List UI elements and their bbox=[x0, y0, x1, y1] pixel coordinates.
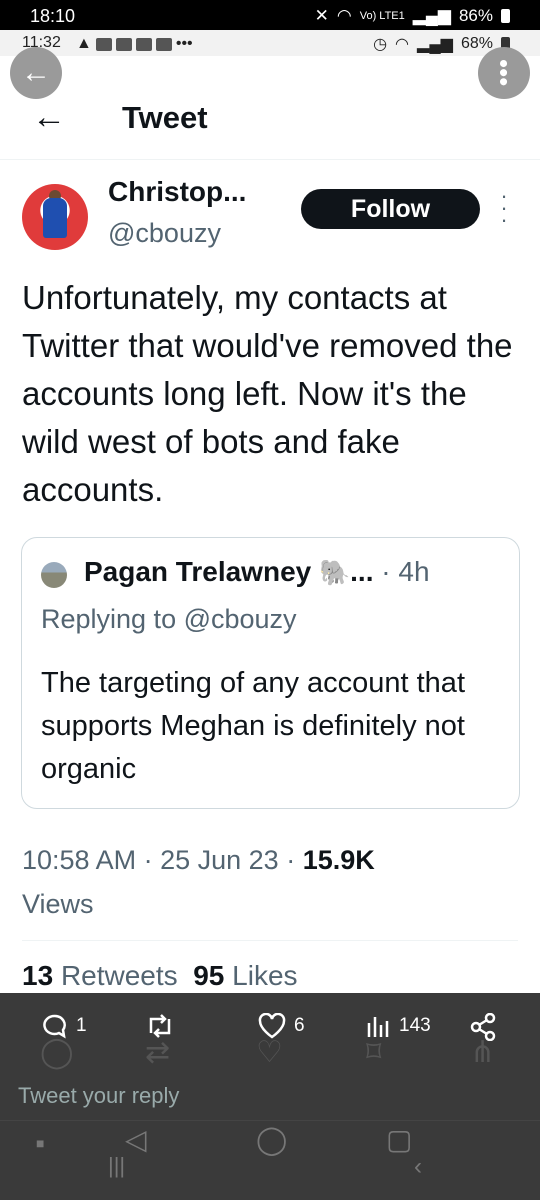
app-icon bbox=[115, 37, 132, 51]
nav-home-icon[interactable]: ◯ bbox=[256, 1123, 287, 1156]
tweet-date: 25 Jun 23 bbox=[160, 845, 279, 875]
arrow-left-icon: ← bbox=[21, 56, 51, 89]
nav-square-icon[interactable]: ▢ bbox=[386, 1123, 412, 1156]
like-count: 6 bbox=[294, 1015, 305, 1036]
quote-replying-to: Replying to @cbouzy bbox=[41, 604, 297, 634]
views-count: 15.9K bbox=[302, 845, 375, 875]
quoted-tweet[interactable]: Pagan Trelawney 🐘... · 4h Replying to @c… bbox=[21, 537, 520, 809]
engagement-stats: 13 Retweets 95 Likes bbox=[22, 960, 298, 992]
network-label: Vo) LTE1 bbox=[359, 10, 405, 22]
likes-count: 95 bbox=[193, 960, 225, 991]
youtube-icon bbox=[135, 37, 152, 51]
tweet-meta: 10:58 AM · 25 Jun 23 · 15.9K Views bbox=[22, 845, 375, 919]
ghost-retweet-icon: ⇄ bbox=[145, 1036, 171, 1069]
author-avatar[interactable] bbox=[22, 184, 88, 250]
quote-avatar bbox=[41, 562, 67, 588]
tweet-text: Unfortunately, my contacts at Twitter th… bbox=[22, 279, 513, 508]
reply-input[interactable]: Tweet your reply bbox=[18, 1083, 179, 1109]
mute-icon: ✕ bbox=[314, 6, 329, 25]
quote-author-name: Pagan Trelawney bbox=[84, 556, 312, 587]
quote-time: 4h bbox=[398, 556, 430, 587]
overlay-menu-button[interactable]: ••• bbox=[478, 47, 530, 99]
inner-status-bar: 11:32 ▲ ••• ◷ ◠ ▂▄▆ 68% bbox=[0, 30, 540, 56]
nav-dot-icon: ■ bbox=[36, 1135, 45, 1151]
more-notifications-icon: ••• bbox=[175, 35, 193, 52]
retweets-count: 13 bbox=[22, 960, 54, 991]
retweets-label[interactable]: Retweets bbox=[61, 960, 178, 991]
views-action-count: 143 bbox=[399, 1015, 431, 1036]
inner-battery-percent: 68% bbox=[460, 35, 493, 52]
author-name[interactable]: Christop... bbox=[108, 176, 246, 208]
tweet-header: ← Tweet bbox=[0, 84, 540, 160]
ghost-bookmark-icon: ⌑ bbox=[366, 1036, 382, 1069]
reply-count: 1 bbox=[76, 1015, 87, 1036]
alarm-icon: ◷ bbox=[373, 36, 388, 53]
wifi-icon: ◠ bbox=[336, 6, 352, 25]
page-title: Tweet bbox=[122, 100, 208, 135]
battery-icon bbox=[501, 9, 510, 23]
inner-wifi-icon: ◠ bbox=[395, 36, 410, 53]
ghost-share-icon: ⋔ bbox=[470, 1036, 496, 1069]
signal-icon: ▂▄▆ bbox=[412, 6, 451, 25]
quote-ellipsis: ... bbox=[350, 556, 374, 587]
quote-text: The targeting of any account that suppor… bbox=[41, 667, 465, 785]
warning-icon: ▲ bbox=[76, 35, 92, 52]
author-handle[interactable]: @cbouzy bbox=[108, 218, 221, 249]
tweet-time: 10:58 AM bbox=[22, 845, 137, 875]
quote-header: Pagan Trelawney 🐘... · 4h bbox=[84, 556, 430, 587]
back-arrow-icon[interactable]: ← bbox=[32, 98, 66, 137]
nav-back-icon[interactable]: ◁ bbox=[125, 1123, 147, 1156]
inner-signal-icon: ▂▄▆ bbox=[417, 36, 453, 53]
more-options-icon[interactable]: · · · bbox=[499, 185, 509, 231]
outer-status-bar: 18:10 ✕ ◠ Vo) LTE1 ▂▄▆ 86% bbox=[0, 0, 540, 30]
likes-label[interactable]: Likes bbox=[232, 960, 297, 991]
notification-icon bbox=[95, 37, 112, 51]
action-bar: 1 6 143 ◯ ⇄ ♡ ⌑ ⋔ Tweet your reply ■ ◁ |… bbox=[0, 993, 540, 1200]
overlay-back-button[interactable]: ← bbox=[10, 47, 62, 99]
follow-button[interactable]: Follow bbox=[301, 189, 480, 229]
elephant-emoji: 🐘 bbox=[319, 559, 351, 587]
outer-clock: 18:10 bbox=[30, 6, 76, 26]
nav-recents-icon[interactable]: ||| bbox=[108, 1153, 125, 1179]
ghost-heart-icon: ♡ bbox=[256, 1036, 283, 1069]
ghost-reply-icon: ◯ bbox=[40, 1036, 74, 1069]
kebab-menu-icon: ••• bbox=[489, 59, 519, 87]
nav-back-chevron-icon[interactable]: ‹ bbox=[414, 1153, 422, 1181]
views-label: Views bbox=[22, 889, 94, 919]
youtube-icon-2 bbox=[155, 37, 172, 51]
outer-battery-percent: 86% bbox=[458, 6, 493, 25]
divider bbox=[22, 940, 518, 941]
